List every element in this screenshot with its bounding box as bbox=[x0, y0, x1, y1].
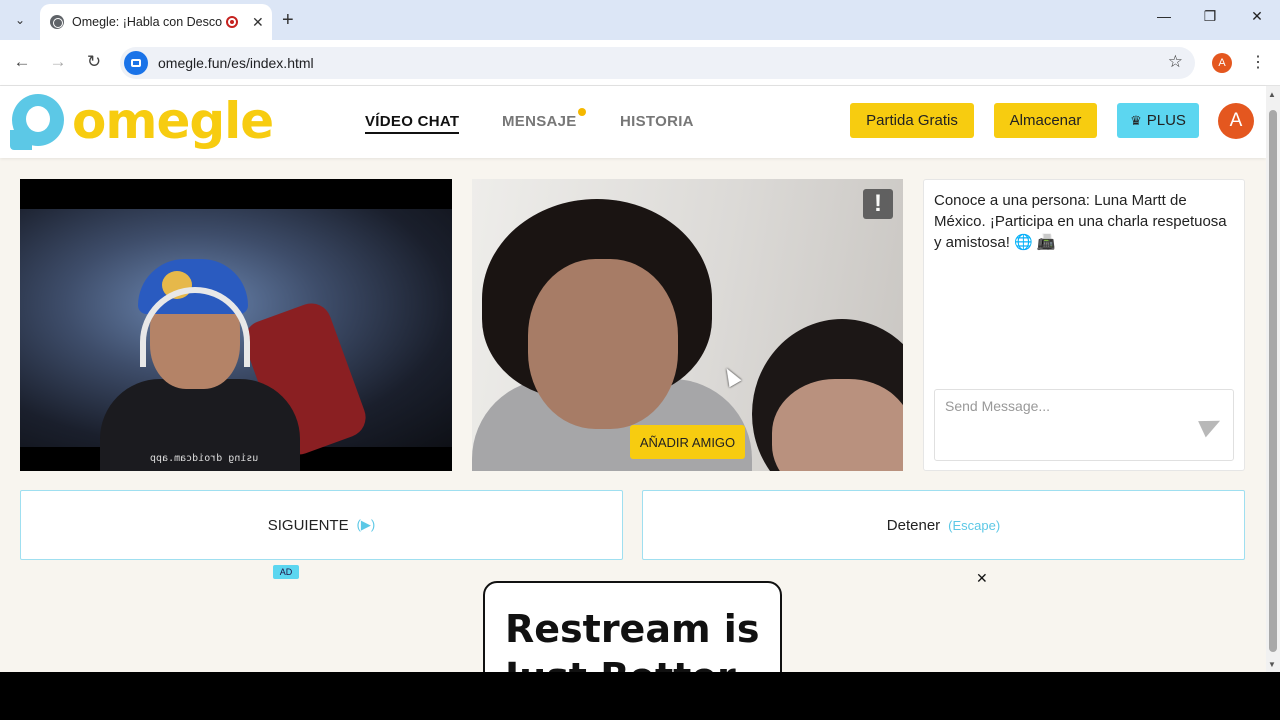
nav-history[interactable]: HISTORIA bbox=[620, 113, 694, 130]
chat-panel: Conoce a una persona: Luna Martt de Méxi… bbox=[923, 179, 1245, 471]
logo-bubble-icon bbox=[10, 92, 68, 150]
browser-profile-avatar[interactable]: A bbox=[1212, 53, 1232, 73]
droidcam-overlay-text: using droidcam.app bbox=[150, 453, 259, 464]
tab-search-icon[interactable]: ⌄ bbox=[8, 8, 32, 32]
scroll-down-icon[interactable]: ▼ bbox=[1268, 660, 1276, 669]
chat-intro-message: Conoce a una persona: Luna Martt de Méxi… bbox=[934, 192, 1227, 251]
back-icon[interactable]: ← bbox=[11, 52, 33, 72]
plus-label: PLUS bbox=[1146, 112, 1186, 129]
add-friend-button[interactable]: AÑADIR AMIGO bbox=[630, 425, 745, 459]
ad-banner[interactable]: Restream is Just Better bbox=[483, 581, 782, 672]
recording-indicator-icon bbox=[226, 16, 238, 28]
tab-title: Omegle: ¡Habla con Descon bbox=[72, 15, 222, 29]
next-label: SIGUIENTE bbox=[267, 516, 349, 534]
browser-menu-icon[interactable]: ⋮ bbox=[1250, 52, 1266, 72]
browser-tab[interactable]: Omegle: ¡Habla con Descon ✕ bbox=[40, 4, 272, 40]
restore-icon[interactable]: ❐ bbox=[1198, 8, 1222, 25]
store-button[interactable]: Almacenar bbox=[994, 103, 1097, 138]
message-input[interactable] bbox=[945, 398, 1195, 458]
close-tab-icon[interactable]: ✕ bbox=[252, 14, 264, 31]
chat-input-box[interactable] bbox=[934, 389, 1234, 461]
next-button[interactable]: SIGUIENTE (▶) bbox=[20, 490, 623, 560]
scroll-up-icon[interactable]: ▲ bbox=[1268, 90, 1276, 99]
remote-person-two bbox=[772, 379, 903, 471]
browser-toolbar: ← → ↻ omegle.fun/es/index.html ☆ A ⋮ bbox=[0, 40, 1280, 86]
stop-label: Detener bbox=[886, 516, 941, 534]
camera-permission-icon[interactable] bbox=[124, 51, 148, 75]
crown-icon: ♛ bbox=[1130, 112, 1142, 128]
new-tab-button[interactable]: + bbox=[282, 8, 294, 32]
ad-close-icon[interactable]: ✕ bbox=[976, 570, 988, 587]
site-favicon-icon bbox=[50, 15, 64, 29]
site-header: omegle VÍDEO CHAT MENSAJE HISTORIA Parti… bbox=[0, 86, 1266, 158]
nav-message[interactable]: MENSAJE bbox=[502, 108, 586, 130]
local-video-frame: using droidcam.app bbox=[20, 209, 452, 471]
url-text[interactable]: omegle.fun/es/index.html bbox=[158, 55, 314, 71]
report-icon[interactable]: ! bbox=[863, 189, 893, 219]
page-scrollbar[interactable]: ▲ ▼ bbox=[1266, 86, 1280, 672]
next-hint: (▶) bbox=[356, 517, 376, 532]
stop-hint: (Escape) bbox=[948, 517, 1001, 533]
local-user-figure bbox=[100, 259, 300, 471]
local-video: using droidcam.app bbox=[20, 179, 452, 471]
reload-icon[interactable]: ↻ bbox=[83, 52, 105, 72]
notification-dot bbox=[577, 108, 586, 116]
nav-message-label: MENSAJE bbox=[502, 113, 577, 130]
remote-person-one bbox=[528, 259, 678, 429]
plus-button[interactable]: ♛ PLUS bbox=[1117, 103, 1199, 138]
browser-window: ⌄ Omegle: ¡Habla con Descon ✕ + — ❐ ✕ ← … bbox=[0, 0, 1280, 672]
ad-badge: AD bbox=[273, 565, 299, 579]
tab-strip: ⌄ Omegle: ¡Habla con Descon ✕ + — ❐ ✕ bbox=[0, 0, 1280, 40]
bookmark-star-icon[interactable]: ☆ bbox=[1168, 52, 1183, 72]
nav-video-chat[interactable]: VÍDEO CHAT bbox=[365, 113, 460, 134]
free-game-button[interactable]: Partida Gratis bbox=[850, 103, 974, 138]
omegle-logo[interactable]: omegle bbox=[10, 92, 274, 150]
logo-text: omegle bbox=[72, 92, 274, 150]
send-icon[interactable] bbox=[1198, 412, 1224, 438]
forward-icon[interactable]: → bbox=[47, 52, 69, 72]
window-close-icon[interactable]: ✕ bbox=[1245, 8, 1269, 25]
scroll-thumb[interactable] bbox=[1269, 110, 1277, 652]
user-avatar[interactable]: A bbox=[1218, 103, 1254, 139]
address-bar[interactable]: omegle.fun/es/index.html ☆ bbox=[120, 47, 1195, 79]
minimize-icon[interactable]: — bbox=[1152, 8, 1176, 24]
ad-headline: Restream is Just Better bbox=[505, 607, 760, 672]
stop-button[interactable]: Detener (Escape) bbox=[642, 490, 1245, 560]
remote-video: ! AÑADIR AMIGO bbox=[472, 179, 903, 471]
